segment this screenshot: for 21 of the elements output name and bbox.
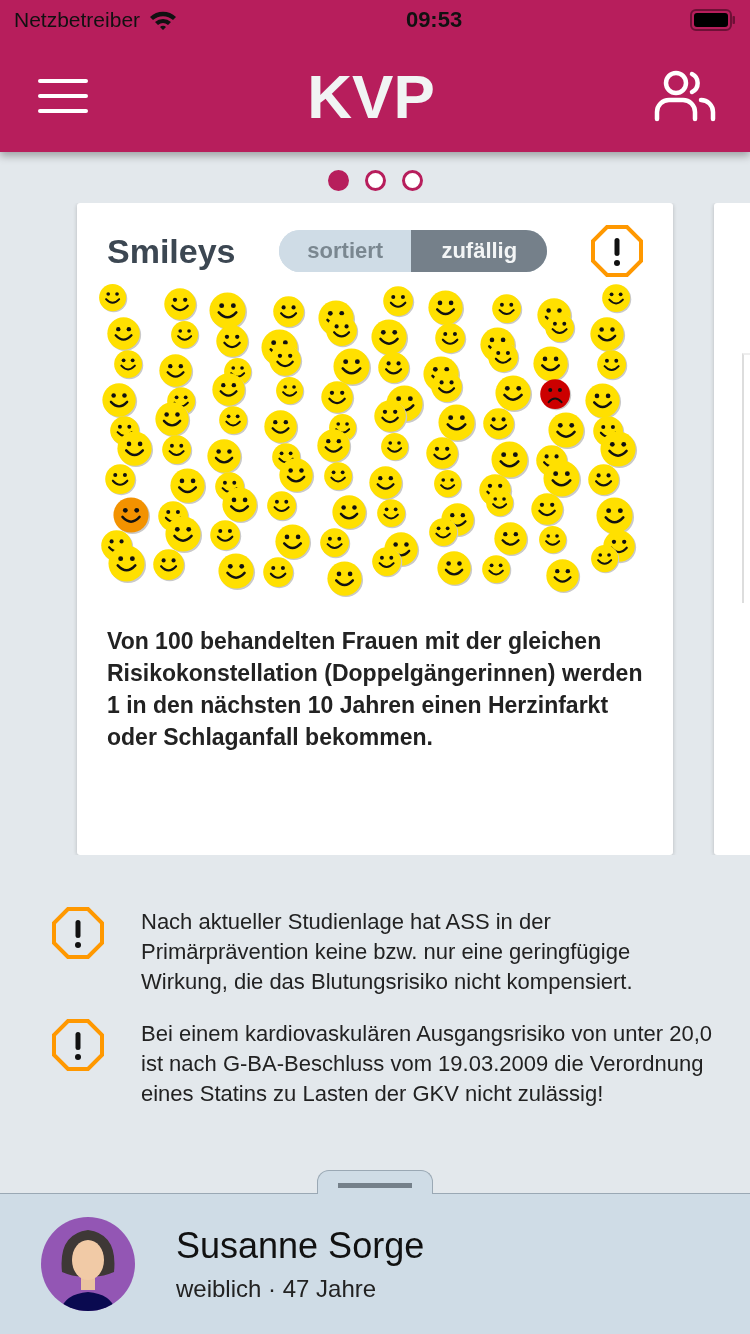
wifi-icon [148,9,179,31]
segment-tab[interactable]: zufällig [411,230,548,272]
page-dot[interactable] [327,170,349,191]
page-dot[interactable] [364,170,386,191]
people-icon[interactable] [654,70,716,122]
patient-details: weiblich · 47 Jahre [176,1275,378,1303]
drag-handle[interactable] [317,1170,433,1194]
warning-icon [591,225,643,277]
warning-icon [52,907,104,959]
carrier-name: Netzbetreiber [14,8,141,32]
page-dot[interactable] [401,170,423,191]
patient-name: Susanne Sorge [176,1225,425,1267]
clock-time: 09:53 [405,7,463,33]
result-text: Von 100 behandelten Frauen mit der gleichen Risikokonstellation (Doppelgängerinnen) werden 1 in den nächsten 10 Jahren einen Herzinfarkt oder Schlaganfall bekommen. [107,627,643,752]
card-title: Smileys [107,231,236,271]
warning-text: Nach aktueller Studienlage hat ASS in der Primärprävention keine bzw. nur eine geringfügige Wirkung, die das Blutungsrisiko nicht kompensiert. [141,908,634,996]
app-title: KVP [307,60,435,132]
warning-text: Bei einem kardiovaskulären Ausgangsrisiko von unter 20,0 ist nach G-BA-Beschluss vom 19.03.2009 die Verordnung eines Statins zu Lasten der GKV nicht zulässig! [141,1020,714,1108]
warning-icon [52,1019,104,1071]
menu-icon[interactable] [38,78,88,114]
battery-icon [690,9,736,31]
